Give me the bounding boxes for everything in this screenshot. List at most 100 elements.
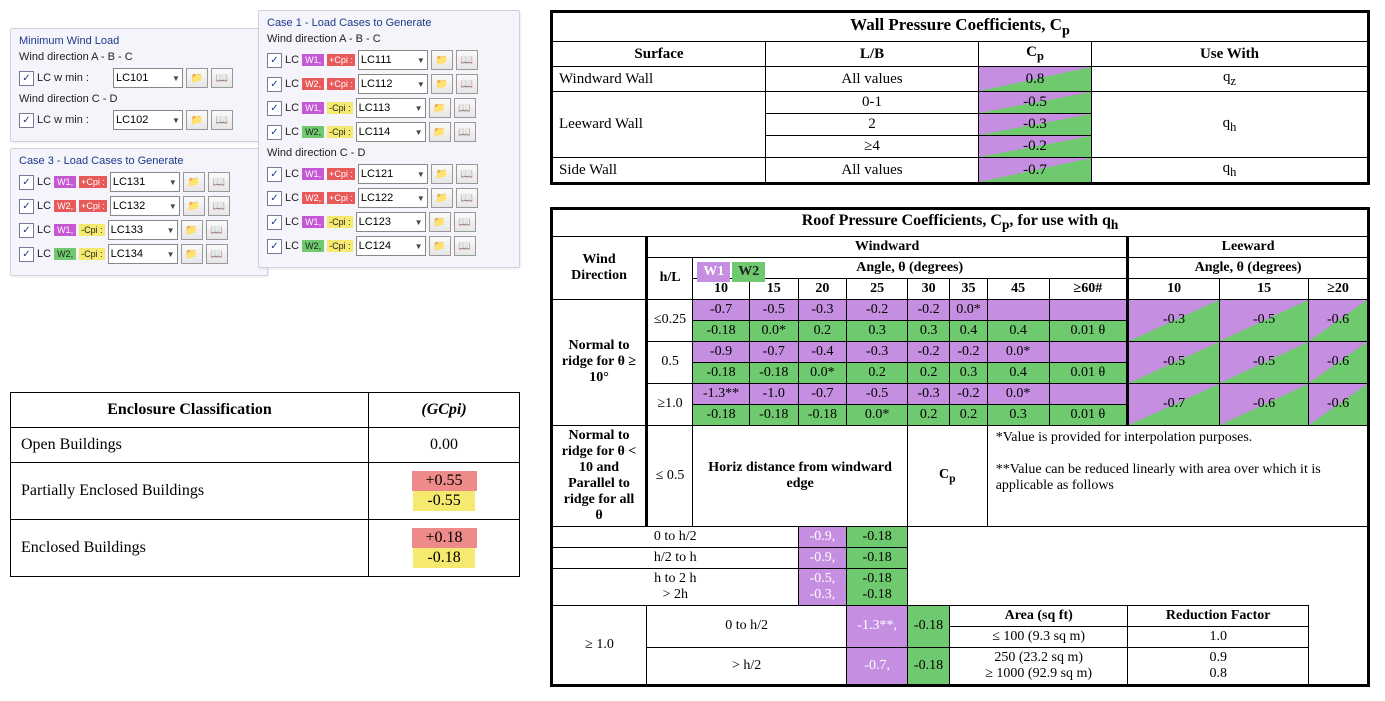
lc-select[interactable]: LC113▼ — [356, 98, 426, 118]
folder-icon[interactable]: 📁 — [429, 236, 451, 256]
lc-label: LC — [285, 216, 299, 228]
folder-icon[interactable]: 📁 — [429, 122, 451, 142]
case3-panel: Case 3 - Load Cases to Generate LC W1,+C… — [10, 148, 268, 276]
lc-select[interactable]: LC133▼ — [108, 220, 178, 240]
cell: -1.3**, — [847, 605, 908, 647]
col-header: Area (sq ft) — [950, 605, 1128, 626]
checkbox[interactable] — [19, 71, 34, 86]
enc-header: (GCpi) — [421, 401, 466, 418]
lc-select[interactable]: LC102▼ — [113, 110, 183, 130]
checkbox[interactable] — [19, 175, 34, 190]
col-header: Use With — [1092, 42, 1369, 67]
notes: *Value is provided for interpolation pur… — [987, 425, 1368, 526]
cp-tag: +Cpi : — [327, 192, 355, 204]
col-header: Surface — [552, 42, 766, 67]
folder-icon[interactable]: 📁 — [181, 244, 203, 264]
folder-icon[interactable]: 📁 — [181, 220, 203, 240]
folder-icon[interactable]: 📁 — [186, 110, 208, 130]
lc-label: LC — [37, 224, 51, 236]
roof-cp-table: Roof Pressure Coefficients, Cp, for use … — [550, 207, 1370, 686]
checkbox[interactable] — [267, 215, 282, 230]
cell: 0.90.8 — [1128, 647, 1309, 685]
lc-select[interactable]: LC131▼ — [110, 172, 180, 192]
enclosure-table: Enclosure Classification(GCpi) Open Buil… — [10, 392, 520, 577]
lc-select[interactable]: LC121▼ — [358, 164, 428, 184]
checkbox[interactable] — [267, 167, 282, 182]
folder-icon[interactable]: 📁 — [431, 50, 453, 70]
col-header: Cp — [908, 425, 988, 526]
cell: -0.7, — [847, 647, 908, 685]
col-header: L/B — [766, 42, 979, 67]
book-icon[interactable]: 📖 — [456, 188, 478, 208]
lc-select[interactable]: LC123▼ — [356, 212, 426, 232]
folder-icon[interactable]: 📁 — [431, 188, 453, 208]
lc-select[interactable]: LC112▼ — [358, 74, 428, 94]
min-wind-panel: Minimum Wind Load Wind direction A - B -… — [10, 28, 268, 142]
panel-title: Case 1 - Load Cases to Generate — [267, 17, 511, 29]
lc-select[interactable]: LC111▼ — [358, 50, 428, 70]
col-header: Windward — [647, 236, 1128, 257]
book-icon[interactable]: 📖 — [456, 164, 478, 184]
enc-row-name: Partially Enclosed Buildings — [11, 463, 369, 520]
folder-icon[interactable]: 📁 — [431, 74, 453, 94]
lc-label: LC w min : — [37, 72, 89, 84]
col-header: h/L — [647, 257, 693, 299]
enc-row-name: Open Buildings — [11, 428, 369, 463]
enc-value: +0.55-0.55 — [369, 463, 520, 520]
checkbox[interactable] — [19, 223, 34, 238]
w-tag: W2, — [302, 240, 324, 252]
cp-tag: +Cpi : — [327, 78, 355, 90]
w1-tag: W1 — [697, 262, 730, 282]
book-icon[interactable]: 📖 — [206, 244, 228, 264]
book-icon[interactable]: 📖 — [208, 196, 230, 216]
dir-label: Wind direction A - B - C — [267, 33, 511, 45]
checkbox[interactable] — [267, 101, 282, 116]
lc-select[interactable]: LC114▼ — [356, 122, 426, 142]
book-icon[interactable]: 📖 — [454, 98, 476, 118]
book-icon[interactable]: 📖 — [456, 74, 478, 94]
book-icon[interactable]: 📖 — [208, 172, 230, 192]
cp-tag: -Cpi : — [79, 224, 105, 236]
checkbox[interactable] — [19, 113, 34, 128]
cp-tag: +Cpi : — [327, 54, 355, 66]
folder-icon[interactable]: 📁 — [431, 164, 453, 184]
checkbox[interactable] — [267, 125, 282, 140]
folder-icon[interactable]: 📁 — [183, 172, 205, 192]
book-icon[interactable]: 📖 — [456, 50, 478, 70]
cp-tag: -Cpi : — [327, 102, 353, 114]
checkbox[interactable] — [267, 191, 282, 206]
lc-select[interactable]: LC122▼ — [358, 188, 428, 208]
folder-icon[interactable]: 📁 — [183, 196, 205, 216]
case1-panel: Case 1 - Load Cases to Generate Wind dir… — [258, 10, 520, 268]
checkbox[interactable] — [267, 53, 282, 68]
cell: ≤ 100 (9.3 sq m) — [950, 626, 1128, 647]
lc-select[interactable]: LC124▼ — [356, 236, 426, 256]
book-icon[interactable]: 📖 — [454, 236, 476, 256]
book-icon[interactable]: 📖 — [211, 110, 233, 130]
lc-label: LC — [285, 240, 299, 252]
w-tag: W2, — [54, 248, 76, 260]
book-icon[interactable]: 📖 — [454, 122, 476, 142]
w-tag: W2, — [54, 200, 76, 212]
lc-label: LC — [285, 126, 299, 138]
cp-tag: +Cpi : — [327, 168, 355, 180]
col-header: W1W2 Angle, θ (degrees) — [693, 257, 1128, 278]
w-tag: W2, — [302, 78, 324, 90]
w-tag: W1, — [54, 224, 76, 236]
book-icon[interactable]: 📖 — [454, 212, 476, 232]
checkbox[interactable] — [267, 77, 282, 92]
checkbox[interactable] — [267, 239, 282, 254]
cell: > h/2 — [647, 647, 847, 685]
lc-select[interactable]: LC132▼ — [110, 196, 180, 216]
folder-icon[interactable]: 📁 — [186, 68, 208, 88]
w-tag: W1, — [302, 54, 324, 66]
lc-select[interactable]: LC134▼ — [108, 244, 178, 264]
folder-icon[interactable]: 📁 — [429, 98, 451, 118]
lc-select[interactable]: LC101▼ — [113, 68, 183, 88]
checkbox[interactable] — [19, 247, 34, 262]
checkbox[interactable] — [19, 199, 34, 214]
book-icon[interactable]: 📖 — [211, 68, 233, 88]
table-title: Wall Pressure Coefficients, Cp — [552, 12, 1369, 42]
book-icon[interactable]: 📖 — [206, 220, 228, 240]
folder-icon[interactable]: 📁 — [429, 212, 451, 232]
